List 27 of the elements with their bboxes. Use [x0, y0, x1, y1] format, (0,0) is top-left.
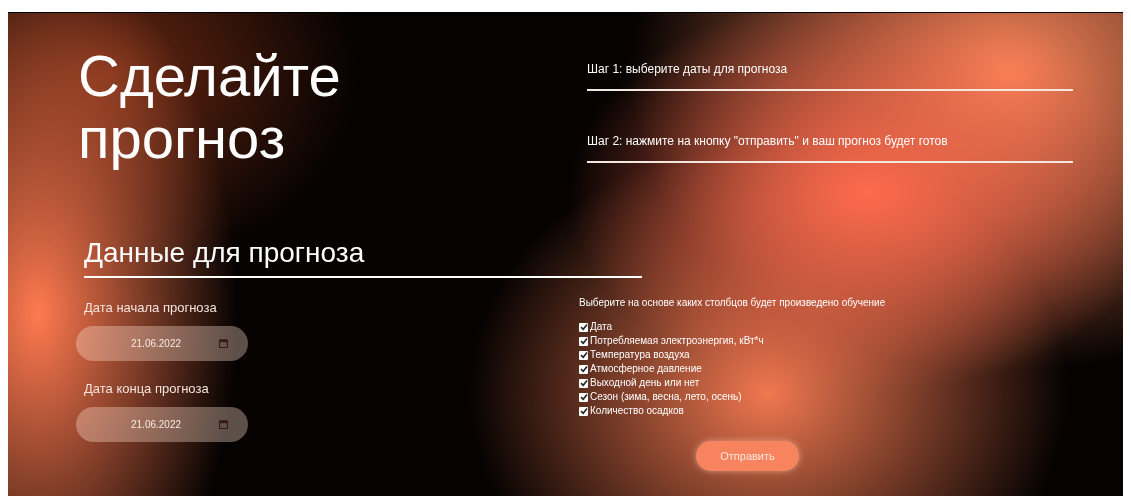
option-label: Потребляемая электроэнергия, кВт*ч	[590, 335, 764, 347]
date-field[interactable]: 21.06.2022	[76, 407, 248, 442]
checkbox[interactable]	[579, 322, 588, 332]
checkbox[interactable]	[579, 350, 588, 360]
calendar-icon	[219, 339, 228, 348]
step-text: Шаг 1: выберите даты для прогноза	[587, 61, 789, 78]
option-label: Выходной день или нет	[590, 377, 700, 389]
checkbox[interactable]	[579, 378, 588, 388]
field-label: Дата конца прогноза	[84, 381, 210, 397]
date-field[interactable]: 21.06.2022	[76, 326, 248, 361]
field-label: Дата начала прогноза	[84, 300, 218, 316]
option-label: Дата	[590, 321, 613, 333]
columns-caption: Выберите на основе каких столбцов будет произведено обучение	[579, 296, 887, 309]
checkbox[interactable]	[579, 406, 588, 416]
option-label: Температура воздуха	[590, 349, 690, 361]
submit-button[interactable]: Отправить	[696, 441, 799, 471]
option-label: Количество осадков	[590, 405, 684, 417]
page-title: Сделайте	[78, 45, 342, 107]
option-label: Атмосферное давление	[590, 363, 702, 375]
section-title: Данные для прогноза	[84, 236, 366, 270]
option-label: Сезон (зима, весна, лето, осень)	[590, 391, 742, 403]
checkbox[interactable]	[579, 364, 588, 374]
calendar-icon	[219, 420, 228, 429]
step-text: Шаг 2: нажмите на кнопку "отправить" и ваш прогноз будет готов	[587, 133, 949, 150]
page-title: прогноз	[78, 107, 286, 169]
checkbox[interactable]	[579, 336, 588, 346]
checkbox[interactable]	[579, 392, 588, 402]
